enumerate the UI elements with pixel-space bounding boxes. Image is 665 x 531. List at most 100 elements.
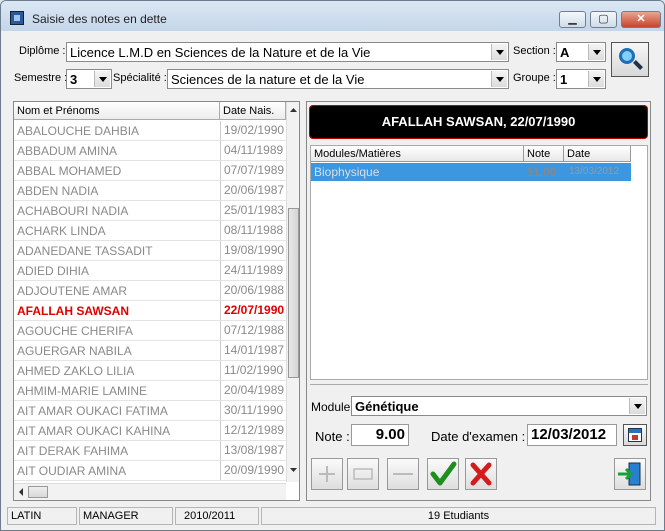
student-birthdate: 13/08/1987: [220, 441, 286, 460]
section-label: Section :: [513, 45, 556, 57]
student-birthdate: 08/11/1988: [220, 221, 286, 240]
column-header-date[interactable]: Date: [564, 146, 631, 162]
table-row[interactable]: AHMIM-MARIE LAMINE 20/04/1989: [14, 381, 286, 401]
section-select[interactable]: A: [556, 42, 606, 62]
student-name: ABALOUCHE DAHBIA: [17, 124, 140, 138]
exit-door-icon: [618, 462, 641, 486]
cancel-button[interactable]: [465, 458, 497, 490]
table-row[interactable]: ACHARK LINDA 08/11/1988: [14, 221, 286, 241]
student-birthdate: 20/06/1987: [220, 181, 286, 200]
grade-panel: AFALLAH SAWSAN, 22/07/1990 Modules/Matiè…: [306, 101, 651, 501]
checkmark-icon: [430, 461, 457, 486]
section-value: A: [560, 45, 570, 60]
table-row[interactable]: ABBADUM AMINA 04/11/1989: [14, 141, 286, 161]
student-name: ADIED DIHIA: [17, 264, 90, 278]
exit-button[interactable]: [614, 458, 646, 490]
student-birthdate: 12/12/1989: [220, 421, 286, 440]
scroll-left-icon[interactable]: [16, 487, 26, 497]
close-button[interactable]: ✕: [621, 11, 661, 28]
search-icon-handle: [633, 60, 643, 70]
column-header-date[interactable]: Date Nais.: [220, 102, 286, 120]
search-button[interactable]: [611, 42, 649, 77]
delete-button[interactable]: [387, 458, 419, 490]
chevron-down-icon[interactable]: [629, 398, 645, 414]
grades-grid: Modules/Matières Note Date Biophysique 1…: [310, 145, 648, 380]
student-name: ADANEDANE TASSADIT: [17, 244, 153, 258]
table-row[interactable]: ACHABOURI NADIA 25/01/1983: [14, 201, 286, 221]
table-row[interactable]: AIT DERAK FAHIMA 13/08/1987: [14, 441, 286, 461]
student-name: AIT AMAR OUKACI KAHINA: [17, 424, 171, 438]
scroll-thumb[interactable]: [288, 208, 299, 378]
vertical-scrollbar[interactable]: [286, 102, 299, 482]
table-row[interactable]: AHMED ZAKLO LILIA 11/02/1990: [14, 361, 286, 381]
table-row[interactable]: AIT AMAR OUKACI FATIMA 30/11/1990: [14, 401, 286, 421]
student-birthdate: 04/11/1989: [220, 141, 286, 160]
student-name: ABDEN NADIA: [17, 184, 99, 198]
table-row[interactable]: ABDEN NADIA 20/06/1987: [14, 181, 286, 201]
table-row[interactable]: AIT AMAR OUKACI KAHINA 12/12/1989: [14, 421, 286, 441]
module-value: Génétique: [355, 399, 419, 414]
grade-module: Biophysique: [314, 165, 380, 179]
chevron-down-icon[interactable]: [491, 71, 507, 87]
plus-icon: [319, 466, 335, 482]
table-row[interactable]: ADJOUTENE AMAR 20/06/1988: [14, 281, 286, 301]
specialite-value: Sciences de la nature et de la Vie: [171, 72, 365, 87]
divider: [310, 384, 648, 385]
table-row[interactable]: ABBAL MOHAMED 07/07/1989: [14, 161, 286, 181]
column-header-note[interactable]: Note: [524, 146, 564, 162]
scroll-down-icon[interactable]: [288, 464, 299, 478]
table-row[interactable]: ADANEDANE TASSADIT 19/08/1990: [14, 241, 286, 261]
student-name: AIT DERAK FAHIMA: [17, 444, 129, 458]
chevron-down-icon[interactable]: [588, 44, 604, 60]
horizontal-scrollbar[interactable]: [14, 483, 286, 500]
specialite-select[interactable]: Sciences de la nature et de la Vie: [167, 69, 509, 89]
student-birthdate: 20/09/1990: [220, 461, 286, 480]
chevron-down-icon[interactable]: [491, 44, 507, 60]
groupe-value: 1: [560, 72, 568, 87]
table-row[interactable]: AFALLAH SAWSAN 22/07/1990: [14, 301, 286, 321]
validate-button[interactable]: [427, 458, 459, 490]
module-select[interactable]: Génétique: [351, 396, 647, 416]
scroll-up-icon[interactable]: [288, 104, 299, 118]
x-icon: [470, 462, 492, 486]
student-name: ADJOUTENE AMAR: [17, 284, 128, 298]
calendar-icon: [628, 428, 642, 442]
student-birthdate: 30/11/1990: [220, 401, 286, 420]
student-birthdate: 22/07/1990: [220, 301, 286, 320]
table-row[interactable]: AGOUCHE CHERIFA 07/12/1988: [14, 321, 286, 341]
chevron-down-icon[interactable]: [588, 71, 604, 87]
add-button[interactable]: [311, 458, 343, 490]
date-exam-input[interactable]: 12/03/2012: [527, 424, 617, 446]
semestre-label: Semestre :: [14, 72, 68, 84]
note-label: Note :: [315, 429, 350, 444]
table-row[interactable]: AGUERGAR NABILA 14/01/1987: [14, 341, 286, 361]
title-bar: Saisie des notes en dette ▁ ▢ ✕: [1, 1, 664, 31]
grade-row[interactable]: Biophysique 11.00 13/03/2012: [311, 163, 631, 181]
semestre-select[interactable]: 3: [66, 69, 112, 89]
hscroll-thumb[interactable]: [28, 486, 48, 498]
groupe-select[interactable]: 1: [556, 69, 606, 89]
status-bar: LATIN MANAGER 2010/2011 19 Etudiants: [7, 506, 657, 526]
status-lang: LATIN: [7, 507, 77, 525]
student-name: AHMIM-MARIE LAMINE: [17, 384, 148, 398]
table-row[interactable]: AIT OUDIAR AMINA 20/09/1990: [14, 461, 286, 481]
note-input[interactable]: 9.00: [351, 424, 409, 446]
minus-icon: [393, 473, 413, 475]
chevron-down-icon[interactable]: [94, 71, 110, 87]
student-birthdate: 24/11/1989: [220, 261, 286, 280]
student-header: AFALLAH SAWSAN, 22/07/1990: [309, 105, 648, 139]
column-header-module[interactable]: Modules/Matières: [311, 146, 524, 162]
rectangle-icon: [353, 468, 373, 480]
status-year: 2010/2011: [175, 507, 259, 525]
minimize-button[interactable]: ▁: [559, 11, 586, 28]
window-title: Saisie des notes en dette: [32, 12, 167, 26]
table-row[interactable]: ADIED DIHIA 24/11/1989: [14, 261, 286, 281]
student-name: ACHARK LINDA: [17, 224, 106, 238]
maximize-button[interactable]: ▢: [590, 11, 617, 28]
diplome-select[interactable]: Licence L.M.D en Sciences de la Nature e…: [66, 42, 509, 62]
calendar-button[interactable]: [623, 424, 647, 446]
table-row[interactable]: ABALOUCHE DAHBIA 19/02/1990: [14, 121, 286, 141]
client-area: Diplôme : Licence L.M.D en Sciences de l…: [7, 33, 657, 526]
column-header-name[interactable]: Nom et Prénoms: [14, 102, 220, 120]
edit-button[interactable]: [347, 458, 379, 490]
